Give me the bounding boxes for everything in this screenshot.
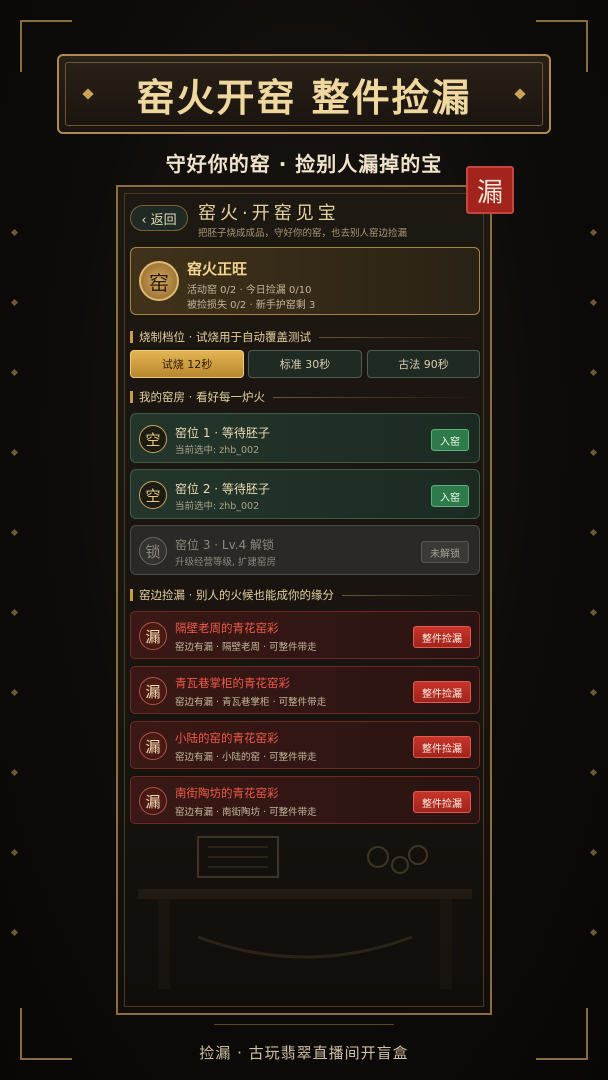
leak-item-title: 南街陶坊的青花窑彩 — [175, 786, 279, 800]
leak-item: 漏 小陆的窑的青花窑彩 窑边有漏 · 小陆的窑 · 可整件带走 整件捡漏 — [130, 721, 480, 769]
leak-icon: 漏 — [139, 732, 167, 760]
lock-icon: 锁 — [139, 537, 167, 565]
game-panel: ‹ 返回 窑火·开窑见宝 把胚子烧成成品，守好你的窑，也去别人窑边捡漏 窑 窑火… — [116, 185, 492, 1015]
locked-button[interactable]: 未解锁 — [421, 541, 469, 563]
panel-title: 窑火·开窑见宝 — [198, 203, 340, 224]
kiln-slot: 空 窑位 1 · 等待胚子 当前选中: zhb_002 入窑 — [130, 413, 480, 463]
firing-option-trial[interactable]: 试烧 12秒 — [130, 350, 244, 378]
enter-kiln-button[interactable]: 入窑 — [431, 485, 469, 507]
footer-caption: 捡漏 · 古玩翡翠直播间开盲盒 — [199, 1044, 409, 1062]
grab-whole-button[interactable]: 整件捡漏 — [413, 626, 471, 648]
firing-option-standard[interactable]: 标准 30秒 — [248, 350, 362, 378]
status-stats-line: 活动窑 0/2 · 今日捡漏 0/10 — [187, 285, 312, 296]
status-title: 窑火正旺 — [187, 260, 248, 278]
leak-icon: 漏 — [139, 622, 167, 650]
leak-item-title: 青瓦巷掌柜的青花窑彩 — [175, 676, 290, 690]
leak-item-title: 隔壁老周的青花窑彩 — [175, 621, 279, 635]
kiln-slot-selection: 当前选中: zhb_002 — [175, 501, 260, 512]
back-button[interactable]: ‹ 返回 — [130, 205, 188, 231]
leak-item-title: 小陆的窑的青花窑彩 — [175, 731, 279, 745]
shop-counter-illustration — [138, 836, 472, 989]
leak-item-detail: 窑边有漏 · 青瓦巷掌柜 · 可整件带走 — [175, 697, 327, 708]
empty-slot-icon: 空 — [139, 481, 167, 509]
grab-whole-button[interactable]: 整件捡漏 — [413, 791, 471, 813]
firing-option-ancient[interactable]: 古法 90秒 — [367, 350, 480, 378]
tagline: 守好你的窑 · 捡别人漏掉的宝 — [165, 152, 443, 176]
grab-whole-button[interactable]: 整件捡漏 — [413, 681, 471, 703]
diamond-icon — [82, 88, 94, 100]
leak-item: 漏 南街陶坊的青花窑彩 窑边有漏 · 南街陶坊 · 可整件带走 整件捡漏 — [130, 776, 480, 824]
kiln-slot-title: 窑位 2 · 等待胚子 — [175, 482, 270, 496]
kiln-slot-title: 窑位 3 · Lv.4 解锁 — [175, 538, 275, 552]
kiln-slot-hint: 升级经营等级, 扩建窑房 — [175, 557, 277, 568]
kiln-slot-title: 窑位 1 · 等待胚子 — [175, 426, 270, 440]
leak-item: 漏 青瓦巷掌柜的青花窑彩 窑边有漏 · 青瓦巷掌柜 · 可整件带走 整件捡漏 — [130, 666, 480, 714]
status-stats-line: 被捡损失 0/2 · 新手护窑剩 3 — [187, 300, 316, 311]
kiln-badge-icon: 窑 — [139, 261, 179, 301]
leak-item-detail: 窑边有漏 · 隔壁老周 · 可整件带走 — [175, 642, 317, 653]
section-header-kilns: 我的窑房 · 看好每一炉火 — [130, 389, 480, 405]
leak-item: 漏 隔壁老周的青花窑彩 窑边有漏 · 隔壁老周 · 可整件带走 整件捡漏 — [130, 611, 480, 659]
diamond-icon — [514, 88, 526, 100]
empty-slot-icon: 空 — [139, 425, 167, 453]
footer-divider — [214, 1024, 394, 1025]
kiln-slot: 空 窑位 2 · 等待胚子 当前选中: zhb_002 入窑 — [130, 469, 480, 519]
enter-kiln-button[interactable]: 入窑 — [431, 429, 469, 451]
kiln-status-card: 窑 窑火正旺 活动窑 0/2 · 今日捡漏 0/10 被捡损失 0/2 · 新手… — [130, 247, 480, 315]
panel-subtitle: 把胚子烧成成品，守好你的窑，也去别人窑边捡漏 — [198, 228, 408, 239]
leak-icon: 漏 — [139, 787, 167, 815]
grab-whole-button[interactable]: 整件捡漏 — [413, 736, 471, 758]
leak-seal-stamp: 漏 — [466, 166, 514, 214]
section-header-leaks: 窑边捡漏 · 别人的火候也能成你的缘分 — [130, 587, 480, 603]
leak-item-detail: 窑边有漏 · 小陆的窑 · 可整件带走 — [175, 752, 317, 763]
kiln-slot-selection: 当前选中: zhb_002 — [175, 445, 260, 456]
banner-title: 窑火开窑 整件捡漏 — [136, 75, 472, 120]
kiln-slot-locked: 锁 窑位 3 · Lv.4 解锁 升级经营等级, 扩建窑房 未解锁 — [130, 525, 480, 575]
leak-icon: 漏 — [139, 677, 167, 705]
title-banner: 窑火开窑 整件捡漏 — [57, 54, 551, 134]
leak-item-detail: 窑边有漏 · 南街陶坊 · 可整件带走 — [175, 807, 317, 818]
section-header-firing: 烧制档位 · 试烧用于自动覆盖测试 — [130, 329, 480, 345]
